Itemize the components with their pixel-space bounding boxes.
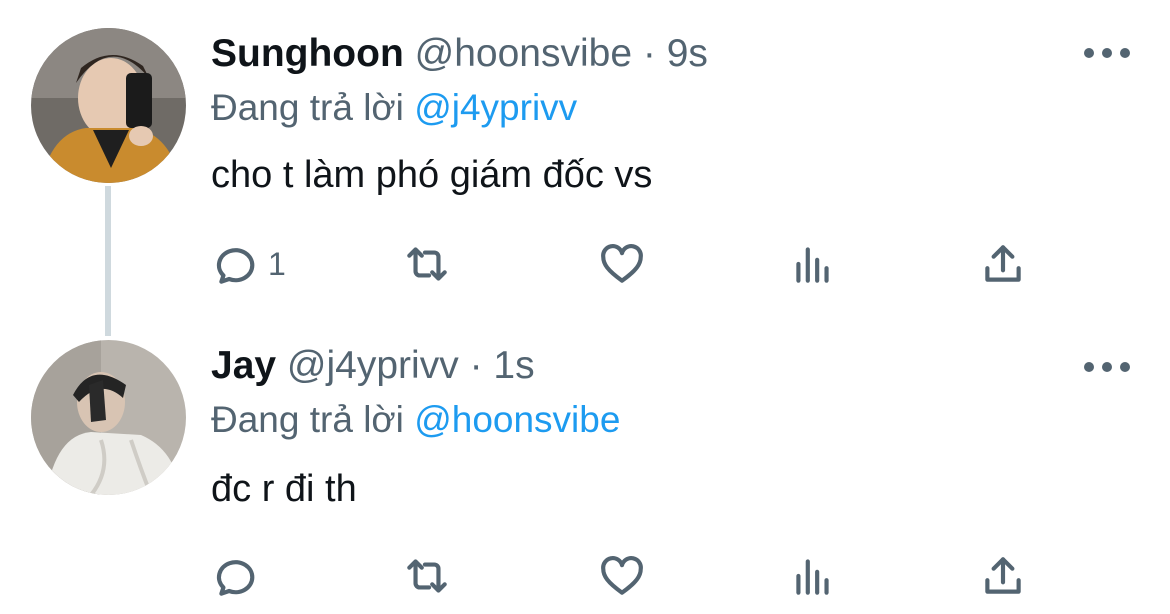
retweet-button[interactable] [402, 238, 452, 290]
avatar[interactable] [31, 340, 186, 495]
retweet-icon [407, 247, 447, 281]
separator-dot: · [469, 344, 483, 387]
views-button[interactable] [788, 550, 838, 602]
avatar-photo [31, 340, 186, 495]
views-icon [796, 559, 829, 595]
tweet-header: Sunghoon @hoonsvibe · 9s [211, 31, 708, 77]
like-icon [601, 244, 643, 283]
display-name[interactable]: Jay [211, 344, 276, 387]
reply-count: 1 [268, 245, 286, 282]
separator-dot: · [642, 32, 656, 75]
reply-icon [216, 560, 255, 596]
tweet-text: đc r đi th [211, 468, 357, 510]
reply-button[interactable]: 1 [212, 238, 286, 290]
tweet-actions [0, 546, 1170, 606]
retweet-button[interactable] [402, 550, 452, 602]
reply-button[interactable] [212, 550, 268, 602]
like-button[interactable] [597, 550, 647, 602]
tweet[interactable]: Jay @j4yprivv · 1s Đang trả lời @hoonsvi… [0, 310, 1170, 614]
retweet-icon [407, 559, 447, 593]
replying-to-label: Đang trả lời [211, 399, 404, 440]
tweet-text: cho t làm phó giám đốc vs [211, 154, 653, 196]
share-button[interactable] [978, 550, 1028, 602]
avatar-photo [31, 28, 186, 183]
user-handle[interactable]: @hoonsvibe [415, 32, 632, 75]
user-handle[interactable]: @j4yprivv [287, 344, 459, 387]
replying-to-mention[interactable]: @hoonsvibe [414, 399, 620, 440]
share-icon [985, 245, 1021, 282]
avatar[interactable] [31, 28, 186, 183]
like-icon [601, 556, 643, 595]
reply-thread: Sunghoon @hoonsvibe · 9s Đang trả lời @j… [0, 0, 1170, 614]
replying-to: Đang trả lời @hoonsvibe [211, 398, 620, 442]
share-button[interactable] [978, 238, 1028, 290]
reply-icon [216, 248, 255, 284]
like-button[interactable] [597, 238, 647, 290]
display-name[interactable]: Sunghoon [211, 32, 404, 75]
tweet[interactable]: Sunghoon @hoonsvibe · 9s Đang trả lời @j… [0, 0, 1170, 310]
tweet-actions: 1 [0, 234, 1170, 294]
timestamp[interactable]: 9s [667, 32, 708, 75]
more-options-icon[interactable] [1084, 43, 1130, 63]
timestamp[interactable]: 1s [493, 344, 534, 387]
replying-to-mention[interactable]: @j4yprivv [414, 87, 577, 128]
more-options-icon[interactable] [1084, 357, 1130, 377]
replying-to: Đang trả lời @j4yprivv [211, 86, 577, 130]
tweet-header: Jay @j4yprivv · 1s [211, 343, 535, 389]
replying-to-label: Đang trả lời [211, 87, 404, 128]
views-icon [796, 247, 829, 283]
share-icon [985, 557, 1021, 594]
views-button[interactable] [788, 238, 838, 290]
